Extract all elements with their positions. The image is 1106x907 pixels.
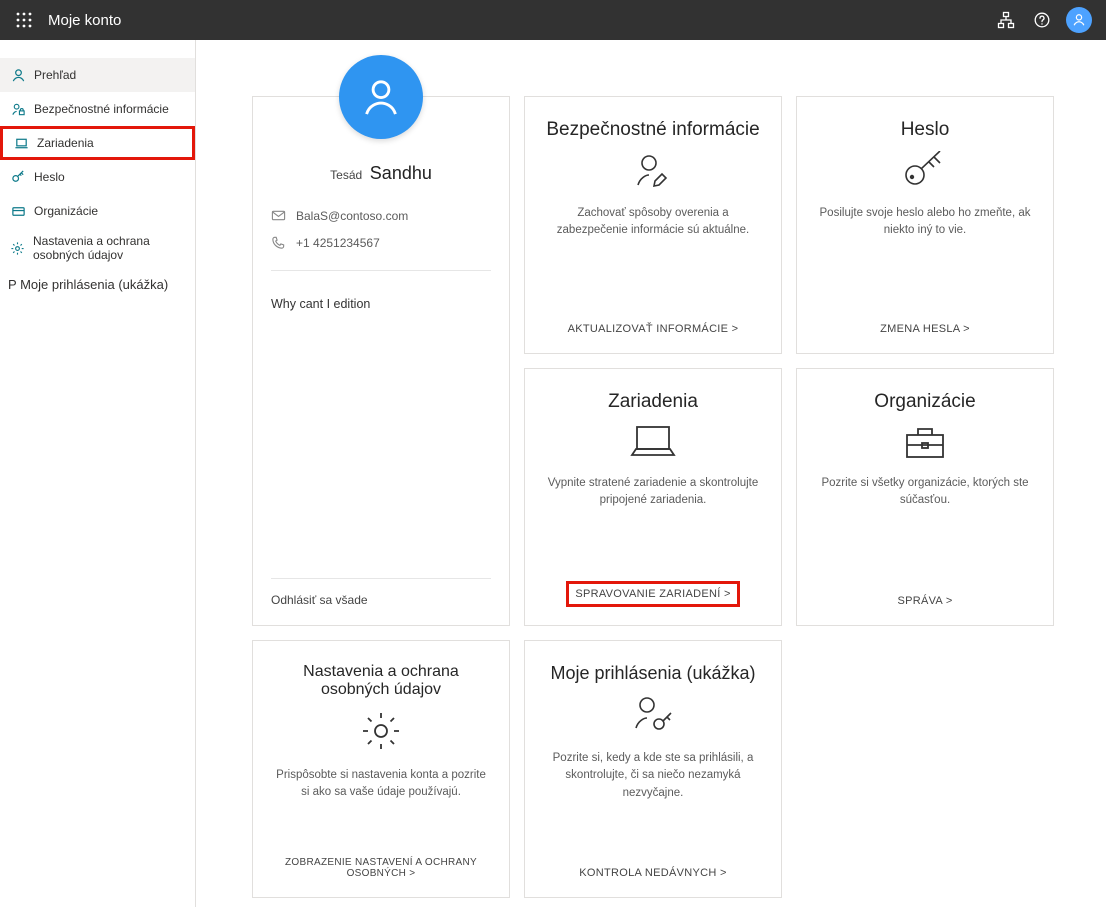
sidebar-item-signins[interactable]: P Moje prihlásenia (ukážka) (0, 268, 195, 302)
sidebar-item-label: Nastavenia a ochrana osobných údajov (33, 234, 185, 263)
phone-icon (271, 235, 286, 250)
person-lock-icon (10, 101, 26, 117)
view-settings-link[interactable]: ZOBRAZENIE NASTAVENÍ A OCHRANY OSOBNÝCH … (271, 857, 491, 879)
help-button[interactable] (1024, 2, 1060, 38)
person-key-icon (631, 694, 675, 736)
profile-last-name: Sandhu (370, 163, 432, 183)
laptop-icon (13, 135, 29, 151)
card-title: Bezpečnostné informácie (546, 119, 759, 141)
profile-email-row: BalaS@contoso.com (271, 202, 491, 229)
top-bar: Moje konto (0, 0, 1106, 40)
security-info-card: Bezpečnostné informácie Zachovať spôsoby… (524, 96, 782, 354)
divider (271, 270, 491, 271)
review-signins-link[interactable]: KONTROLA NEDÁVNYCH > (579, 867, 727, 879)
sidebar-item-devices[interactable]: Zariadenia (0, 126, 195, 160)
sidebar-item-password[interactable]: Heslo (0, 160, 195, 194)
gear-icon (10, 240, 25, 256)
card-description: Prispôsobte si nastavenia konta a pozrit… (271, 767, 491, 802)
signout-everywhere-link[interactable]: Odhlásiť sa všade (271, 593, 491, 607)
briefcase-icon (902, 423, 948, 461)
manage-orgs-link[interactable]: SPRÁVA > (897, 595, 952, 607)
person-icon (360, 76, 402, 118)
sidebar-item-security[interactable]: Bezpečnostné informácie (0, 92, 195, 126)
card-description: Vypnite stratené zariadenie a skontroluj… (543, 475, 763, 510)
profile-first-name: Tesád (330, 168, 362, 182)
waffle-icon (16, 12, 32, 28)
card-icon (10, 203, 26, 219)
person-pen-icon (633, 151, 673, 191)
sidebar-item-label: Bezpečnostné informácie (34, 102, 169, 116)
sidebar-item-label: P Moje prihlásenia (ukážka) (8, 277, 168, 293)
sidebar-item-label: Organizácie (34, 204, 98, 218)
org-switcher-button[interactable] (988, 2, 1024, 38)
mail-icon (271, 208, 286, 223)
change-password-link[interactable]: ZMENA HESLA > (880, 323, 970, 335)
devices-card: Zariadenia Vypnite stratené zariadenie a… (524, 368, 782, 626)
gear-large-icon (359, 709, 403, 753)
user-avatar-small[interactable] (1066, 7, 1092, 33)
sidebar-item-organizations[interactable]: Organizácie (0, 194, 195, 228)
sidebar-item-label: Heslo (34, 170, 65, 184)
divider (271, 578, 491, 579)
user-avatar-large (339, 55, 423, 139)
key-icon (10, 169, 26, 185)
card-title: Nastavenia a ochrana osobných údajov (271, 663, 491, 699)
app-launcher-button[interactable] (8, 4, 40, 36)
person-icon (1072, 13, 1086, 27)
profile-email: BalaS@contoso.com (296, 209, 408, 223)
sidebar-item-overview[interactable]: Prehľad (0, 58, 195, 92)
card-description: Posilujte svoje heslo alebo ho zmeňte, a… (815, 205, 1035, 240)
signins-card: Moje prihlásenia (ukážka) Pozrite si, ke… (524, 640, 782, 898)
organizations-card: Organizácie Pozrite si všetky organizáci… (796, 368, 1054, 626)
help-icon (1034, 12, 1050, 28)
laptop-large-icon (628, 423, 678, 461)
profile-card: Tesád Sandhu BalaS@contoso.com +1 425123… (252, 96, 510, 626)
profile-note: Why cant I edition (271, 297, 491, 311)
card-description: Pozrite si, kedy a kde ste sa prihlásili… (543, 750, 763, 802)
card-title: Moje prihlásenia (ukážka) (550, 663, 755, 684)
sidebar-item-settings-privacy[interactable]: Nastavenia a ochrana osobných údajov (0, 228, 195, 268)
update-info-link[interactable]: AKTUALIZOVAŤ INFORMÁCIE > (568, 323, 739, 335)
card-description: Pozrite si všetky organizácie, ktorých s… (815, 475, 1035, 510)
main-content: Tesád Sandhu BalaS@contoso.com +1 425123… (196, 40, 1106, 907)
card-title: Heslo (901, 119, 950, 141)
profile-phone: +1 4251234567 (296, 236, 380, 250)
card-title: Zariadenia (608, 391, 698, 413)
password-card: Heslo Posilujte svoje heslo alebo ho zme… (796, 96, 1054, 354)
profile-phone-row: +1 4251234567 (271, 229, 491, 256)
org-hierarchy-icon (997, 11, 1015, 29)
card-description: Zachovať spôsoby overenia a zabezpečenie… (543, 205, 763, 240)
sidebar-item-label: Prehľad (34, 68, 76, 82)
sidebar: Prehľad Bezpečnostné informácie Zariaden… (0, 40, 196, 907)
app-title: Moje konto (48, 12, 121, 29)
key-large-icon (902, 151, 948, 191)
card-title: Organizácie (874, 391, 975, 413)
sidebar-item-label: Zariadenia (37, 136, 94, 150)
person-outline-icon (10, 67, 26, 83)
settings-privacy-card: Nastavenia a ochrana osobných údajov Pri… (252, 640, 510, 898)
manage-devices-link[interactable]: SPRAVOVANIE ZARIADENÍ > (566, 581, 739, 607)
